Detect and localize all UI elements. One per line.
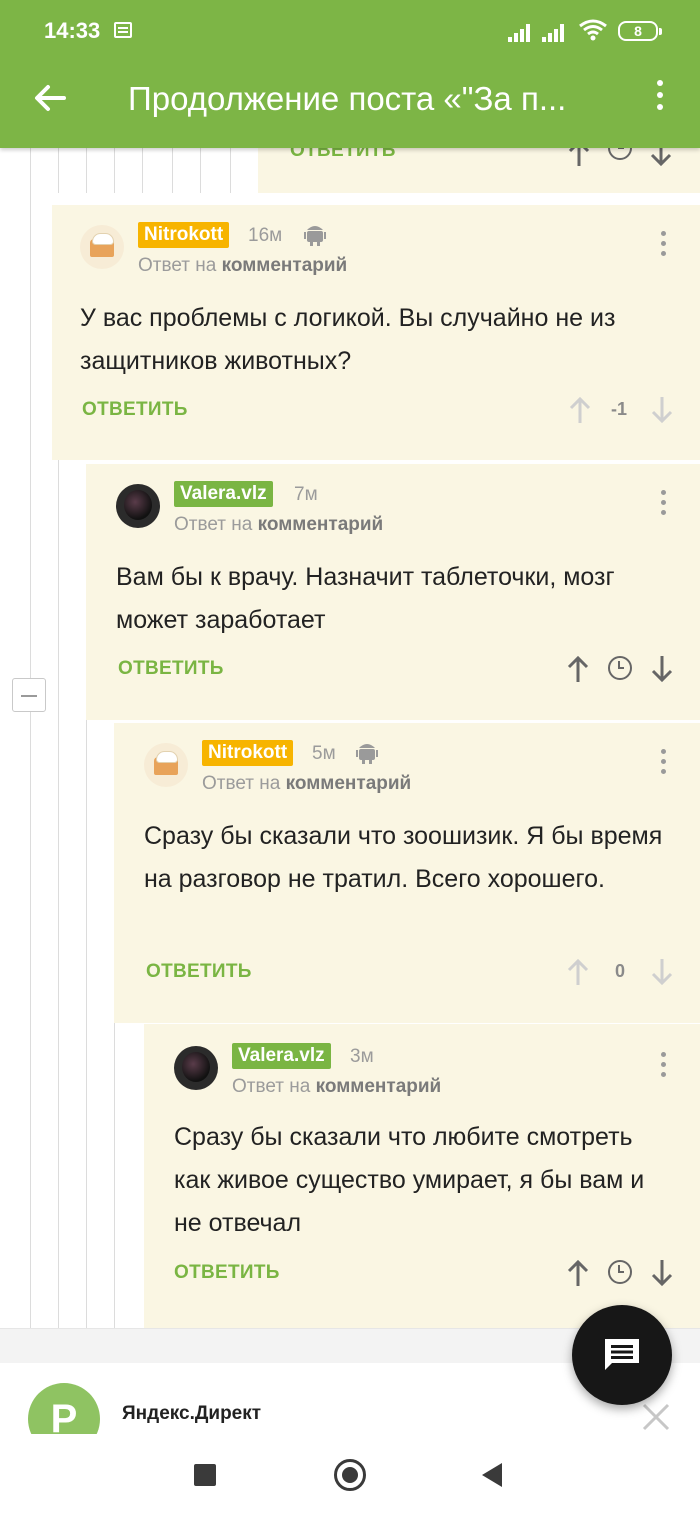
android-icon bbox=[304, 226, 326, 246]
avatar[interactable] bbox=[144, 743, 188, 787]
comment-1: Nitrokott 16м Ответ на комментарий У вас… bbox=[52, 205, 700, 460]
comment-text: У вас проблемы с логикой. Вы случайно не… bbox=[80, 304, 616, 375]
reply-to-prefix: Ответ на bbox=[232, 1076, 311, 1097]
wifi-icon bbox=[579, 19, 607, 41]
thread-line bbox=[172, 148, 173, 193]
thread-line bbox=[114, 148, 115, 193]
app-bar: 14:33 8 Продолжение поста «"За п... bbox=[0, 0, 700, 148]
screen: 14:33 8 Продолжение поста «"За п... ОТВЕ… bbox=[0, 0, 700, 1517]
comment-menu-icon[interactable] bbox=[656, 490, 670, 524]
downvote-icon[interactable] bbox=[649, 654, 675, 684]
downvote-icon[interactable] bbox=[649, 395, 675, 425]
avatar[interactable] bbox=[116, 484, 160, 528]
reply-to-prefix: Ответ на bbox=[202, 773, 281, 794]
reply-button[interactable]: ОТВЕТИТЬ bbox=[290, 148, 396, 162]
thread-line bbox=[230, 148, 231, 193]
author-name[interactable]: Nitrokott bbox=[202, 740, 294, 766]
upvote-icon[interactable] bbox=[565, 654, 591, 684]
upvote-icon[interactable] bbox=[565, 1258, 591, 1288]
system-nav-bar bbox=[0, 1434, 700, 1517]
upvote-icon[interactable] bbox=[565, 957, 591, 987]
comment-icon bbox=[605, 1339, 639, 1370]
comment-text: Вам бы к врачу. Назначит таблеточки, моз… bbox=[116, 563, 615, 634]
reply-button[interactable]: ОТВЕТИТЬ bbox=[146, 961, 252, 983]
upvote-icon[interactable] bbox=[567, 395, 593, 425]
comment-age: 3м bbox=[350, 1046, 374, 1067]
avatar[interactable] bbox=[174, 1046, 218, 1090]
ad-title[interactable]: Яндекс.Директ bbox=[122, 1403, 261, 1425]
collapse-thread-button[interactable] bbox=[12, 678, 46, 712]
thread-line bbox=[30, 148, 31, 1328]
reply-to-link[interactable]: комментарий bbox=[316, 1076, 442, 1097]
comment-score: -1 bbox=[611, 399, 628, 419]
new-comment-fab[interactable] bbox=[572, 1305, 672, 1405]
status-bar: 14:33 8 bbox=[0, 0, 700, 62]
comment-age: 16м bbox=[248, 225, 283, 246]
reply-to-line: Ответ на комментарий bbox=[202, 773, 411, 795]
comment-menu-icon[interactable] bbox=[656, 1052, 670, 1086]
comments-list[interactable]: ОТВЕТИТЬ Nitrokott 16м Ответ на коммента… bbox=[0, 148, 700, 1328]
thread-line bbox=[58, 148, 59, 193]
back-arrow-icon[interactable] bbox=[30, 78, 70, 118]
reply-to-link[interactable]: комментарий bbox=[258, 514, 384, 535]
comment-score: 0 bbox=[615, 961, 626, 981]
comment-menu-icon[interactable] bbox=[656, 749, 670, 783]
downvote-icon[interactable] bbox=[648, 148, 674, 168]
comment-4: Valera.vlz 3м Ответ на комментарий Сразу… bbox=[144, 1024, 700, 1328]
avatar[interactable] bbox=[80, 225, 124, 269]
page-title: Продолжение поста «"За п... bbox=[128, 80, 567, 117]
battery-icon: 8 bbox=[618, 21, 662, 41]
comment-3: Nitrokott 5м Ответ на комментарий Сразу … bbox=[114, 723, 700, 1023]
android-icon bbox=[356, 744, 378, 764]
reply-button[interactable]: ОТВЕТИТЬ bbox=[174, 1262, 280, 1284]
reply-button[interactable]: ОТВЕТИТЬ bbox=[118, 658, 224, 680]
comment-text: Сразу бы сказали что зоошизик. Я бы врем… bbox=[144, 822, 663, 893]
clock-icon[interactable] bbox=[608, 148, 632, 160]
thread-line bbox=[58, 460, 59, 1328]
overflow-menu-icon[interactable] bbox=[648, 80, 672, 120]
thread-line bbox=[86, 720, 87, 1328]
reply-to-link[interactable]: комментарий bbox=[286, 773, 412, 794]
recents-icon[interactable] bbox=[194, 1464, 216, 1486]
reply-to-prefix: Ответ на bbox=[174, 514, 253, 535]
reply-to-line: Ответ на комментарий bbox=[138, 255, 347, 277]
thread-line bbox=[142, 148, 143, 193]
thread-line bbox=[86, 148, 87, 193]
thread-line bbox=[114, 1022, 115, 1328]
home-icon[interactable] bbox=[334, 1459, 366, 1491]
comment-menu-icon[interactable] bbox=[656, 231, 670, 265]
comment-age: 7м bbox=[294, 484, 318, 505]
signal-icon bbox=[508, 22, 534, 42]
reply-to-line: Ответ на комментарий bbox=[232, 1076, 441, 1098]
author-name[interactable]: Nitrokott bbox=[138, 222, 230, 248]
comment-text: Сразу бы сказали что любите смотреть как… bbox=[174, 1123, 645, 1237]
clock-icon[interactable] bbox=[608, 656, 632, 680]
comment-2: Valera.vlz 7м Ответ на комментарий Вам б… bbox=[86, 464, 700, 720]
signal-icon-2 bbox=[542, 22, 568, 42]
notification-icon bbox=[114, 22, 132, 38]
reply-to-link[interactable]: комментарий bbox=[222, 255, 348, 276]
reply-to-prefix: Ответ на bbox=[138, 255, 217, 276]
comment-partial: ОТВЕТИТЬ bbox=[258, 148, 700, 193]
comment-age: 5м bbox=[312, 743, 336, 764]
downvote-icon[interactable] bbox=[649, 957, 675, 987]
reply-button[interactable]: ОТВЕТИТЬ bbox=[82, 399, 188, 421]
status-time: 14:33 bbox=[44, 18, 101, 43]
author-name[interactable]: Valera.vlz bbox=[232, 1043, 331, 1069]
nav-back-icon[interactable] bbox=[482, 1463, 502, 1487]
reply-to-line: Ответ на комментарий bbox=[174, 514, 383, 536]
downvote-icon[interactable] bbox=[649, 1258, 675, 1288]
clock-icon[interactable] bbox=[608, 1260, 632, 1284]
thread-line bbox=[200, 148, 201, 193]
close-icon[interactable] bbox=[640, 1401, 672, 1433]
author-name[interactable]: Valera.vlz bbox=[174, 481, 273, 507]
upvote-icon[interactable] bbox=[566, 148, 592, 168]
